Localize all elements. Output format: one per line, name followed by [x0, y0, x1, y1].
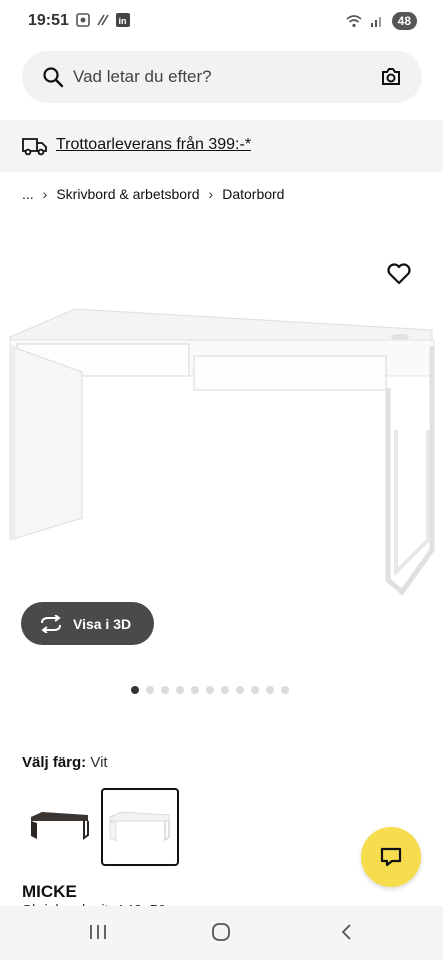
carousel-dot[interactable] [131, 686, 139, 694]
delivery-banner[interactable]: Trottoarleverans från 399:-* [0, 120, 443, 172]
chat-icon [380, 847, 402, 867]
carousel-dot[interactable] [191, 686, 199, 694]
chevron-right-icon: › [208, 186, 214, 202]
signal-icon [370, 17, 381, 27]
system-nav-bar [0, 906, 443, 960]
search-placeholder: Vad letar du efter? [73, 67, 212, 86]
screenshot-icon [76, 13, 90, 27]
search-area: Vad letar du efter? [0, 40, 443, 120]
linkedin-icon: in [116, 13, 130, 27]
carousel-dot[interactable] [206, 686, 214, 694]
svg-text:in: in [119, 16, 127, 26]
camera-icon[interactable] [380, 66, 402, 88]
home-icon[interactable] [211, 922, 231, 942]
color-label: Välj färg: [22, 754, 87, 771]
carousel-dot[interactable] [176, 686, 184, 694]
chevron-right-icon: › [42, 186, 48, 202]
favorite-heart-icon[interactable] [386, 262, 412, 286]
carousel-dot[interactable] [236, 686, 244, 694]
breadcrumb-item-computer-desks[interactable]: Datorbord [222, 186, 284, 202]
product-name: MICKE [22, 882, 77, 901]
status-time: 19:51 [28, 12, 69, 29]
image-carousel-dots [131, 686, 289, 694]
truck-icon [22, 138, 47, 156]
chat-button[interactable] [361, 827, 421, 887]
carousel-dot[interactable] [266, 686, 274, 694]
recent-apps-icon[interactable] [88, 922, 108, 942]
color-value: Vit [90, 754, 108, 771]
color-swatch-white[interactable] [101, 788, 179, 866]
rotate-3d-icon [39, 614, 63, 633]
search-icon [43, 67, 64, 88]
carousel-dot[interactable] [146, 686, 154, 694]
data-icon [97, 14, 109, 26]
status-right: 48 [346, 12, 417, 30]
search-input[interactable]: Vad letar du efter? [22, 51, 422, 103]
color-swatch-black-brown[interactable] [22, 788, 96, 862]
breadcrumb: ... › Skrivbord & arbetsbord › Datorbord [22, 186, 284, 202]
status-icons: in [76, 13, 130, 27]
delivery-link[interactable]: Trottoarleverans från 399:-* [56, 136, 251, 154]
back-icon[interactable] [337, 922, 357, 942]
view-3d-button[interactable]: Visa i 3D [21, 602, 154, 645]
carousel-dot[interactable] [161, 686, 169, 694]
view-3d-label: Visa i 3D [73, 615, 132, 632]
battery-indicator: 48 [391, 12, 417, 30]
carousel-dot[interactable] [281, 686, 289, 694]
status-bar: 19:51 in 48 [0, 0, 443, 40]
carousel-dot[interactable] [251, 686, 259, 694]
breadcrumb-item-ellipsis[interactable]: ... [22, 186, 34, 202]
breadcrumb-item-desks[interactable]: Skrivbord & arbetsbord [56, 186, 199, 202]
wifi-icon [346, 15, 362, 28]
carousel-dot[interactable] [221, 686, 229, 694]
color-select-label: Välj färg: Vit [22, 754, 108, 771]
